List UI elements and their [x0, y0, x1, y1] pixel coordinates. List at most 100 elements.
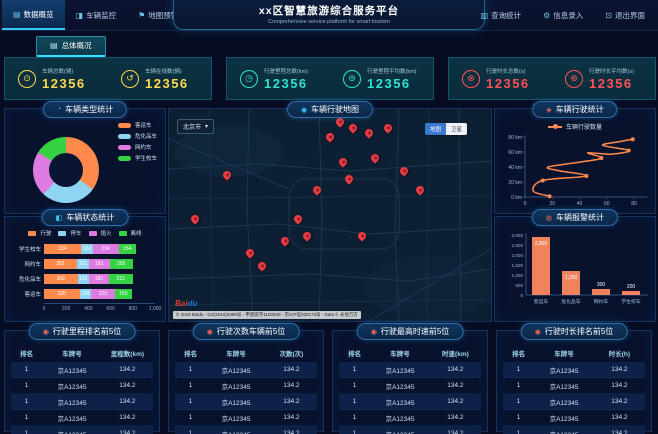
- dot-icon: ◉: [42, 328, 49, 336]
- legend-swatch: [117, 155, 131, 161]
- table-row: 1 京A12345 134.2: [11, 378, 153, 394]
- kpi-value: 12356: [486, 75, 530, 91]
- column-header: 车牌号: [62, 351, 82, 358]
- table-cell: 1: [24, 382, 29, 389]
- table-row: 1 京A12345 134.2: [503, 394, 645, 410]
- kpi-group: ⊗ 行驶时长总数(s) 12356 ⊕ 行驶时长平均数(s) 12356: [448, 57, 656, 100]
- bar-segment: 220: [90, 288, 116, 299]
- panel-vehicle-status: ◧ 车辆状态统计 行驶 停车 熄火 离线 学生校车 334 104 234 154 网约车 301…: [4, 209, 166, 322]
- table-cell: 134.2: [611, 398, 628, 405]
- dot-icon: ◈: [546, 106, 552, 114]
- column-header: 车牌号: [226, 351, 246, 358]
- y-tick-label: 2,500: [512, 243, 524, 248]
- nav-item[interactable]: ◨ 车辆监控: [65, 0, 128, 30]
- table-cell: 京A12345: [221, 399, 251, 407]
- panel-title: ◉ 行驶次数车辆前5位: [192, 323, 300, 340]
- axis-tick-label: 600: [106, 306, 115, 312]
- x-tick-label: 20: [549, 201, 555, 207]
- bar-value-label: 1,200: [565, 275, 578, 281]
- y-tick-label: 80 km: [508, 135, 522, 141]
- legend-label: 客运车: [134, 123, 152, 129]
- legend-item: 客运车: [117, 121, 157, 129]
- map-layer-button[interactable]: 卫星: [445, 123, 467, 135]
- table-row: 1 京A12345 134.2: [11, 426, 153, 434]
- nav-item[interactable]: ▤ 数据概览: [2, 0, 65, 30]
- table-header: 排名 车牌号 次数(次): [175, 345, 317, 362]
- table-header: 排名 车牌号 时速(km): [339, 345, 481, 362]
- line-marker-icon: [547, 124, 562, 129]
- line-legend-label: 车辆行驶数量: [565, 125, 602, 131]
- table-panel: ◉ 行驶最高时速前5位 排名 车牌号 时速(km) 1 京A12345 134.2 1 京A123…: [332, 323, 488, 434]
- kpi-card: ⊜ 行驶里程平均数(km) 12356: [330, 58, 433, 99]
- table-cell: 1: [188, 430, 193, 434]
- kpi-value: 12356: [264, 75, 308, 91]
- table-cell: 京A12345: [42, 429, 102, 434]
- panel-title: ◉ 车辆行驶地图: [286, 101, 374, 118]
- kpi-text: 车辆在线数(辆) 12356: [145, 67, 189, 91]
- column-header: 车牌号: [554, 351, 574, 358]
- nav-item[interactable]: ⚙ 信息录入: [532, 0, 594, 30]
- table-cell: 京A12345: [221, 367, 251, 375]
- nav-item-icon: ⊡: [605, 10, 612, 20]
- table-cell: 134.2: [447, 414, 464, 421]
- panel-vehicle-types: ◔ 车辆类型统计 客运车 危化品车 网约车 学生校车: [4, 101, 166, 214]
- table-cell: 1: [516, 366, 521, 373]
- tab-overview-label: 总体概况: [61, 41, 92, 50]
- table-header: 排名 车牌号 时长(h): [503, 345, 645, 362]
- status-legend: 行驶 停车 熄火 离线: [5, 229, 165, 237]
- table-cell: 134.2: [119, 430, 136, 434]
- panel-title-label: 车辆报警统计: [556, 213, 605, 222]
- city-select[interactable]: 北京市 ▾: [177, 119, 215, 134]
- table-row: 1 京A12345 134.2: [503, 426, 645, 434]
- legend-label: 危化品车: [134, 134, 157, 140]
- table-row: 1 京A12345 134.2: [503, 362, 645, 378]
- category-label: 客运车: [24, 291, 41, 298]
- donut-legend: 客运车 危化品车 网约车 学生校车: [117, 121, 157, 162]
- legend-label: 网约车: [134, 145, 152, 151]
- column-header: 时长(h): [608, 351, 631, 358]
- bar-segment: 301: [44, 258, 78, 269]
- table-row: 1 京A12345 134.2: [339, 426, 481, 434]
- data-point: [584, 174, 589, 178]
- nav-item-label: 信息录入: [553, 10, 584, 20]
- stacked-bar: 334 104 234 154: [44, 243, 155, 254]
- table-cell: 京A12345: [57, 399, 87, 407]
- bar-segment: 302: [44, 273, 78, 284]
- table-row: 1 京A12345 134.2: [175, 378, 317, 394]
- table-cell: 1: [188, 414, 193, 421]
- table-cell: 134.2: [119, 366, 136, 373]
- kpi-value: 12356: [42, 75, 86, 91]
- table-cell: 1: [352, 382, 357, 389]
- tab-overview[interactable]: ▤ 总体概况: [36, 36, 106, 57]
- kpi-label: 行驶时长平均数(s): [589, 68, 634, 75]
- kpi-label: 车辆总数(辆): [42, 68, 74, 75]
- table-cell: 134.2: [611, 430, 628, 434]
- table-cell: 134.2: [283, 382, 300, 389]
- nav-item[interactable]: ▥ 查询统计: [470, 0, 533, 30]
- legend-swatch: [28, 230, 37, 236]
- bar-segment: 100: [79, 288, 91, 299]
- kpi-label: 行驶里程平均数(km): [367, 68, 417, 75]
- dot-icon: ◉: [206, 328, 213, 336]
- status-chart-icon: ◧: [55, 214, 63, 222]
- kpi-text: 行驶里程平均数(km) 12356: [367, 67, 417, 91]
- category-label: 危化品车: [561, 298, 580, 305]
- page-subtitle: Comprehensive service platform for smart…: [268, 19, 390, 25]
- table-row: 1 京A12345 134.2: [11, 362, 153, 378]
- map-canvas[interactable]: 北京市 ▾ 地图 卫星 Baidu © 2018 Baidu - GS(2016)…: [169, 109, 491, 321]
- map-layer-button[interactable]: 地图: [424, 123, 446, 135]
- legend-swatch: [117, 144, 131, 150]
- y-tick-label: 20 km: [508, 180, 522, 186]
- table-cell: 1: [516, 382, 521, 389]
- status-bar-row: 网约车 301 101 191 205: [11, 256, 155, 271]
- table-cell: 134.2: [447, 398, 464, 405]
- table-header: 排名 车牌号 里程数(km): [11, 345, 153, 362]
- kpi-value: 12356: [145, 75, 189, 91]
- table-cell: 134.2: [119, 398, 136, 405]
- table-cell: 1: [188, 382, 193, 389]
- axis-tick-label: 1,000: [148, 306, 162, 312]
- nav-item[interactable]: ⊡ 退出界面: [594, 0, 656, 30]
- legend-label: 熄火: [100, 231, 112, 237]
- stacked-bar: 302 102 182 212: [44, 273, 155, 284]
- table-cell: 134.2: [119, 382, 136, 389]
